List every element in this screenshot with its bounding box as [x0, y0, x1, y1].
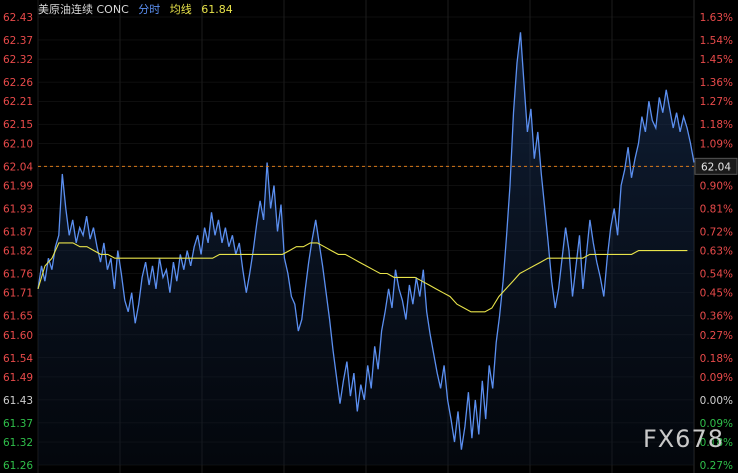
y-tick-left: 61.71 [3, 288, 33, 300]
watermark: FX678 [642, 425, 724, 453]
y-tick-left: 62.10 [3, 138, 33, 150]
y-tick-right: 1.63% [700, 12, 733, 24]
intraday-chart: 62.43 1.63% 62.37 1.54% 62.32 1.45% 62.26 1.36%… [3, 0, 738, 473]
current-price-label: 62.04 [701, 161, 731, 173]
y-tick-right: 1.18% [700, 119, 733, 131]
avg-line-value: 61.84 [201, 3, 233, 16]
y-tick-right: 0.54% [700, 269, 733, 281]
chart-header: 美原油连续 CONC 分时 均线 61.84 [38, 1, 239, 17]
y-tick-right: 1.36% [700, 77, 733, 89]
y-tick-left: 62.32 [3, 54, 33, 66]
y-tick-left: 62.37 [3, 35, 33, 47]
y-tick-left: 61.26 [3, 460, 33, 472]
y-tick-right: 0.72% [700, 226, 733, 238]
y-tick-left: 61.76 [3, 269, 33, 281]
y-tick-right: 1.09% [700, 138, 733, 150]
y-tick-left: 61.82 [3, 246, 33, 258]
y-tick-right: 0.45% [700, 288, 733, 300]
y-tick-right: 0.27% [700, 460, 733, 472]
avg-line-label: 均线 [169, 3, 192, 16]
y-tick-left: 61.49 [3, 372, 33, 384]
y-tick-left: 61.93 [3, 203, 33, 215]
instrument-name: 美原油连续 CONC [38, 3, 129, 16]
y-tick-left: 61.37 [3, 418, 33, 430]
y-tick-right: 0.27% [700, 330, 733, 342]
y-tick-right: 1.45% [700, 54, 733, 66]
timeframe-label: 分时 [138, 3, 161, 16]
y-tick-left: 62.21 [3, 96, 33, 108]
y-tick-right: 0.90% [700, 180, 733, 192]
y-tick-left: 62.26 [3, 77, 33, 89]
y-tick-right: 0.36% [700, 311, 733, 323]
y-tick-left: 61.99 [3, 180, 33, 192]
y-tick-right: 1.27% [700, 96, 733, 108]
y-tick-right: 1.54% [700, 35, 733, 47]
y-tick-left: 61.43 [3, 395, 33, 407]
y-tick-left: 62.15 [3, 119, 33, 131]
y-tick-left: 61.54 [3, 353, 33, 365]
y-tick-left: 62.04 [3, 161, 33, 173]
y-tick-right: 0.63% [700, 246, 733, 258]
y-tick-right: 0.09% [700, 372, 733, 384]
y-tick-right: 0.81% [700, 203, 733, 215]
y-tick-right: 0.00% [700, 395, 733, 407]
y-tick-left: 61.32 [3, 437, 33, 449]
y-tick-left: 61.65 [3, 311, 33, 323]
y-tick-left: 61.60 [3, 330, 33, 342]
y-tick-left: 62.43 [3, 12, 33, 24]
y-tick-right: 0.18% [700, 353, 733, 365]
y-tick-left: 61.87 [3, 226, 33, 238]
